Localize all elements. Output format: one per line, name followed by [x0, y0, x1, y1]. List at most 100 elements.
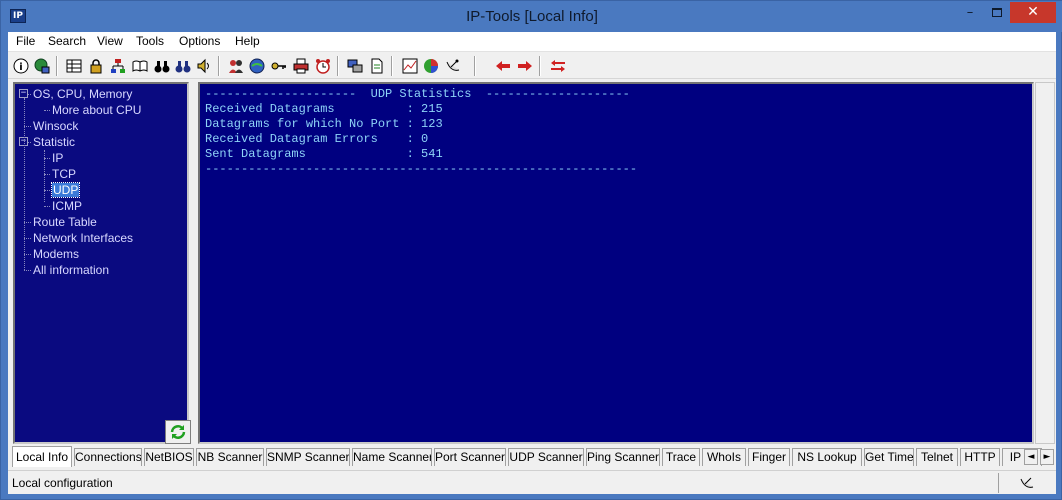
tree-item-tcp[interactable]: TCP: [52, 167, 76, 181]
tree-connector: [44, 150, 45, 202]
title-bar[interactable]: IP IP-Tools [Local Info] – ✕: [1, 1, 1062, 32]
toolbar-separator: [218, 56, 220, 76]
tab-scroll-left-button[interactable]: ◄: [1024, 449, 1038, 465]
tab-udp-scanner[interactable]: UDP Scanner: [508, 448, 584, 466]
status-panel: [998, 473, 1056, 493]
tree-expander[interactable]: −: [19, 89, 28, 98]
tree-connector: [44, 206, 50, 207]
tab-trace[interactable]: Trace: [662, 448, 700, 466]
book-icon[interactable]: [131, 57, 149, 75]
tree-item-ip[interactable]: IP: [52, 151, 63, 165]
binoculars-alt-icon[interactable]: [174, 57, 192, 75]
tree-item-winsock[interactable]: Winsock: [33, 119, 78, 133]
panel-edge: [1035, 82, 1055, 444]
tree-connector: [24, 98, 25, 270]
printer-icon[interactable]: [292, 57, 310, 75]
swap-arrows-icon[interactable]: [549, 57, 567, 75]
tab-ns-lookup[interactable]: NS Lookup: [792, 448, 862, 466]
toolbar-separator: [337, 56, 339, 76]
lock-icon[interactable]: [87, 57, 105, 75]
tree-connector: [44, 110, 50, 111]
tab-name-scanner[interactable]: Name Scanner: [352, 448, 432, 466]
menu-options[interactable]: Options: [179, 34, 220, 48]
toolbar-separator: [539, 56, 541, 76]
tool-tabs: Local Info Connections NetBIOS NB Scanner SN…: [8, 446, 1056, 468]
graph-icon[interactable]: [401, 57, 419, 75]
globe-computer-icon[interactable]: [33, 57, 51, 75]
computers-icon[interactable]: [346, 57, 364, 75]
tab-whois[interactable]: WhoIs: [702, 448, 746, 466]
info-icon[interactable]: i: [12, 57, 30, 75]
output-line: Sent Datagrams : 541: [205, 147, 443, 161]
satellite-dish-icon[interactable]: [444, 57, 462, 75]
tree-connector: [24, 270, 31, 271]
tree-item-network-interfaces[interactable]: Network Interfaces: [33, 231, 133, 245]
tree-item-statistic[interactable]: Statistic: [33, 135, 75, 149]
output-line: Received Datagrams : 215: [205, 102, 443, 116]
tree-item-modems[interactable]: Modems: [33, 247, 79, 261]
toolbar-separator: [474, 56, 476, 76]
menu-search[interactable]: Search: [48, 34, 86, 48]
tab-finger[interactable]: Finger: [748, 448, 790, 466]
output-line: ----------------------------------------…: [205, 162, 638, 176]
app-window: IP IP-Tools [Local Info] – ✕ File Search…: [0, 0, 1062, 500]
tab-ping-scanner[interactable]: Ping Scanner: [586, 448, 660, 466]
binoculars-icon[interactable]: [153, 57, 171, 75]
key-icon[interactable]: [270, 57, 288, 75]
tree-item-more-about-cpu[interactable]: More about CPU: [52, 103, 141, 117]
menu-help[interactable]: Help: [235, 34, 260, 48]
close-button[interactable]: ✕: [1010, 2, 1056, 23]
satellite-dish-status-icon: [1020, 477, 1034, 488]
tab-nb-scanner[interactable]: NB Scanner: [196, 448, 264, 466]
menu-view[interactable]: View: [97, 34, 123, 48]
arrow-left-icon[interactable]: [494, 57, 512, 75]
tree-connector: [24, 254, 31, 255]
tree-connector: [24, 126, 31, 127]
tree-item-icmp[interactable]: ICMP: [52, 199, 82, 213]
maximize-button[interactable]: [984, 2, 1010, 23]
tab-netbios[interactable]: NetBIOS: [144, 448, 194, 466]
menu-bar: File Search View Tools Options Help: [8, 32, 1056, 52]
tab-http[interactable]: HTTP: [960, 448, 1000, 466]
alarm-clock-icon[interactable]: [314, 57, 332, 75]
tab-scroll-right-button[interactable]: ►: [1040, 449, 1054, 465]
tree-connector: [24, 222, 31, 223]
menu-tools[interactable]: Tools: [136, 34, 164, 48]
output-panel[interactable]: --------------------- UDP Statistics ---…: [198, 82, 1034, 444]
refresh-icon: [170, 425, 186, 439]
tab-local-info[interactable]: Local Info: [12, 446, 72, 467]
toolbar: i: [8, 53, 1056, 79]
output-line: Received Datagram Errors : 0: [205, 132, 429, 146]
maximize-icon: [992, 8, 1002, 17]
status-bar: Local configuration: [8, 470, 1056, 494]
pie-chart-icon[interactable]: [422, 57, 440, 75]
tab-telnet[interactable]: Telnet: [916, 448, 958, 466]
info-tree[interactable]: − OS, CPU, Memory More about CPU Winsock − St…: [13, 82, 191, 444]
minimize-button[interactable]: –: [957, 2, 983, 23]
arrow-right-icon[interactable]: [516, 57, 534, 75]
output-line: Datagrams for which No Port : 123: [205, 117, 443, 131]
globe-refresh-icon[interactable]: [248, 57, 266, 75]
tree-item-udp[interactable]: UDP: [50, 182, 81, 198]
menu-file[interactable]: File: [16, 34, 35, 48]
table-icon[interactable]: [65, 57, 83, 75]
speaker-icon[interactable]: [195, 57, 213, 75]
tab-connections[interactable]: Connections: [74, 448, 142, 466]
toolbar-separator: [391, 56, 393, 76]
refresh-button[interactable]: [165, 420, 191, 444]
tree-item-route-table[interactable]: Route Table: [33, 215, 97, 229]
tree-item-os-cpu-memory[interactable]: OS, CPU, Memory: [33, 87, 132, 101]
tree-connector: [24, 238, 31, 239]
tree-item-all-information[interactable]: All information: [33, 263, 109, 277]
svg-text:i: i: [19, 62, 22, 73]
network-tree-icon[interactable]: [109, 57, 127, 75]
client-area: File Search View Tools Options Help i − …: [8, 32, 1056, 494]
document-icon[interactable]: [368, 57, 386, 75]
toolbar-separator: [56, 56, 58, 76]
tab-snmp-scanner[interactable]: SNMP Scanner: [266, 448, 350, 466]
output-line: --------------------- UDP Statistics ---…: [205, 87, 630, 101]
tab-port-scanner[interactable]: Port Scanner: [434, 448, 506, 466]
tab-get-time[interactable]: Get Time: [864, 448, 914, 466]
status-text: Local configuration: [12, 476, 113, 490]
people-icon[interactable]: [227, 57, 245, 75]
